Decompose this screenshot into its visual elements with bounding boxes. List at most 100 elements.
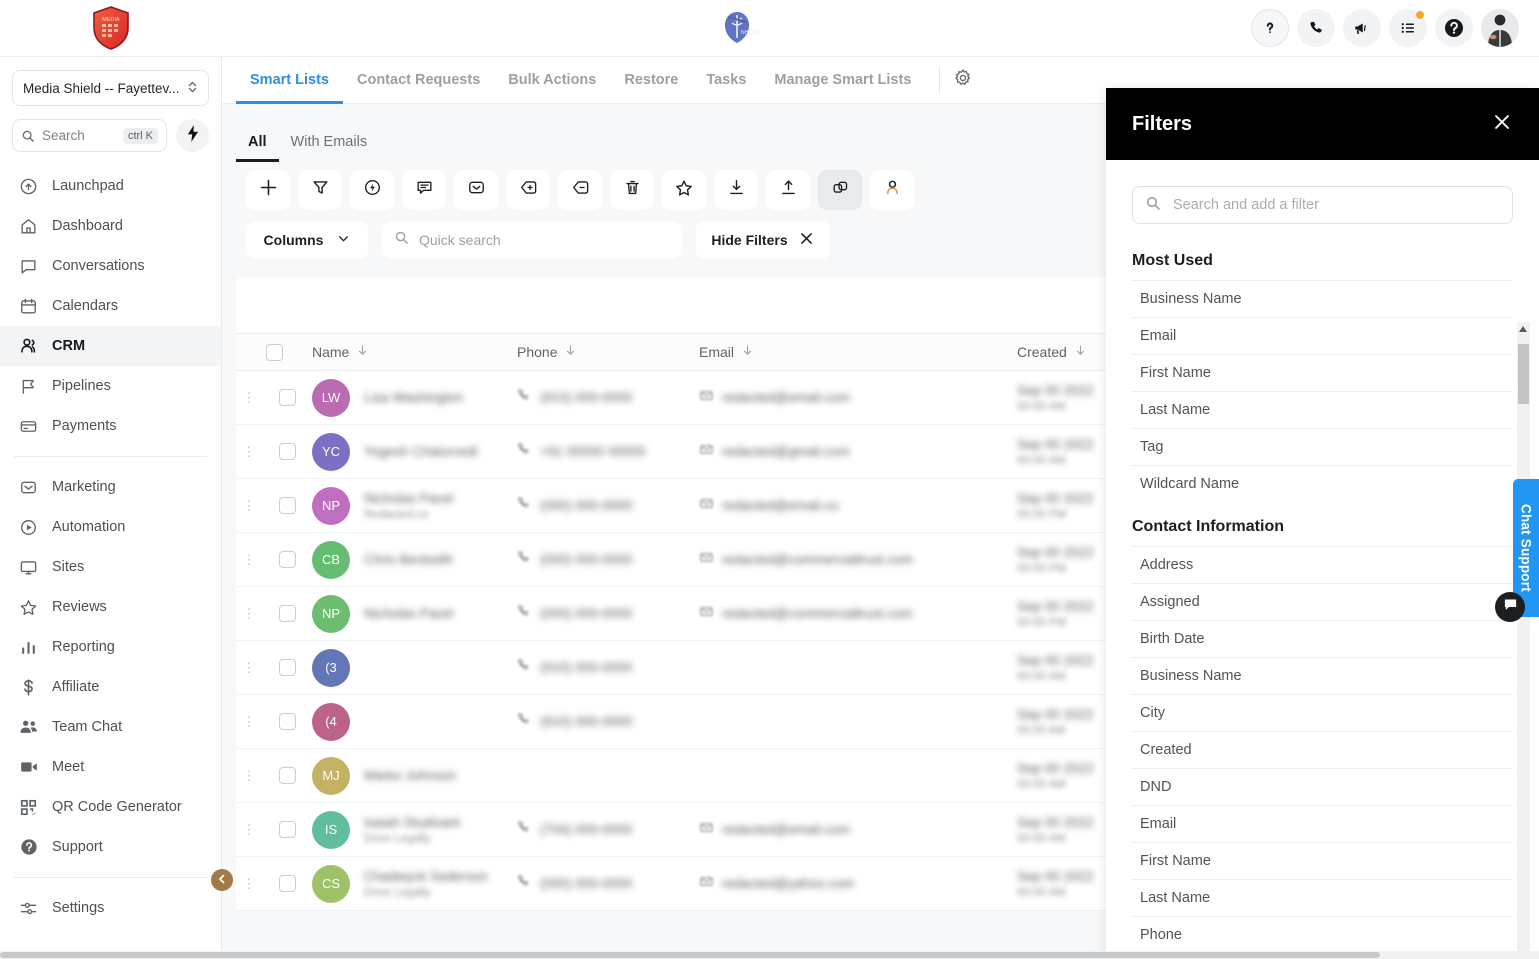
sidebar-item-reviews[interactable]: Reviews [0,587,221,627]
announcements-button[interactable] [1343,9,1381,47]
media-shield-logo[interactable]: MEDIA [92,6,130,50]
sidebar-item-meet[interactable]: Meet [0,747,221,787]
row-drag-handle[interactable]: ⋮ [236,612,262,616]
workspace-selector[interactable]: Media Shield -- Fayettev... [12,70,209,106]
sidebar-item-dashboard[interactable]: Dashboard [0,206,221,246]
subnav-item-tasks[interactable]: Tasks [692,57,760,104]
select-all-checkbox[interactable] [266,344,283,361]
sidebar-item-automation[interactable]: Automation [0,507,221,547]
sidebar-item-settings[interactable]: Settings [0,888,221,928]
row-checkbox[interactable] [279,875,296,892]
sidebar-item-qr-code-generator[interactable]: QR Code Generator [0,787,221,827]
chat-support-button[interactable] [1495,592,1525,622]
import-button[interactable] [714,170,758,210]
filter-option[interactable]: Phone [1132,916,1513,953]
tab-all[interactable]: All [236,134,279,162]
filter-funnel-button[interactable] [298,170,342,210]
support-help-button[interactable] [1435,9,1473,47]
quick-action-button[interactable] [176,119,209,152]
row-checkbox[interactable] [279,713,296,730]
filter-option[interactable]: Last Name [1132,391,1513,428]
email-button[interactable] [454,170,498,210]
sidebar-item-calendars[interactable]: Calendars [0,286,221,326]
horizontal-scrollbar[interactable] [0,951,1539,959]
sidebar-item-crm[interactable]: CRM [0,326,221,366]
quick-search-input[interactable]: Quick search [382,221,682,259]
filter-option[interactable]: First Name [1132,842,1513,879]
row-checkbox[interactable] [279,605,296,622]
filter-option[interactable]: Created [1132,731,1513,768]
row-checkbox[interactable] [279,389,296,406]
columns-button[interactable]: Columns [246,221,368,259]
scroll-up-arrow-icon[interactable] [1519,326,1527,332]
row-checkbox[interactable] [279,443,296,460]
filter-option[interactable]: Address [1132,546,1513,583]
assign-user-button[interactable] [870,170,914,210]
close-filters-button[interactable] [1491,111,1513,138]
filter-option[interactable]: Last Name [1132,879,1513,916]
sidebar-item-pipelines[interactable]: Pipelines [0,366,221,406]
delete-button[interactable] [610,170,654,210]
row-drag-handle[interactable]: ⋮ [236,666,262,670]
sidebar-item-launchpad[interactable]: Launchpad [0,166,221,206]
sidebar-item-reporting[interactable]: Reporting [0,627,221,667]
filter-search-input[interactable]: Search and add a filter [1132,186,1513,224]
filter-option[interactable]: Birth Date [1132,620,1513,657]
filter-option[interactable]: Assigned [1132,583,1513,620]
column-header-email[interactable]: Email [699,344,1017,360]
filter-option[interactable]: Business Name [1132,657,1513,694]
merge-duplicates-button[interactable] [818,170,862,210]
filter-option[interactable]: Email [1132,805,1513,842]
row-drag-handle[interactable]: ⋮ [236,774,262,778]
scrollbar-thumb[interactable] [1518,344,1529,404]
settings-gear-button[interactable] [948,65,978,95]
row-drag-handle[interactable]: ⋮ [236,720,262,724]
filter-option[interactable]: Tag [1132,428,1513,465]
filters-scrollbar[interactable] [1517,322,1530,959]
sidebar-item-marketing[interactable]: Marketing [0,467,221,507]
tab-with-emails[interactable]: With Emails [279,134,380,162]
help-question-button[interactable] [1251,9,1289,47]
remove-tag-button[interactable] [558,170,602,210]
sms-button[interactable] [402,170,446,210]
row-drag-handle[interactable]: ⋮ [236,396,262,400]
favorite-button[interactable] [662,170,706,210]
row-drag-handle[interactable]: ⋮ [236,450,262,454]
tasks-list-button[interactable] [1389,9,1427,47]
hide-filters-button[interactable]: Hide Filters [696,221,830,259]
column-header-phone[interactable]: Phone [517,344,699,360]
row-checkbox[interactable] [279,551,296,568]
filter-option[interactable]: Email [1132,317,1513,354]
row-drag-handle[interactable]: ⋮ [236,558,262,562]
export-button[interactable] [766,170,810,210]
filter-option[interactable]: First Name [1132,354,1513,391]
sidebar-item-payments[interactable]: Payments [0,406,221,446]
sidebar-item-team-chat[interactable]: Team Chat [0,707,221,747]
row-checkbox[interactable] [279,659,296,676]
subnav-item-manage-smart-lists[interactable]: Manage Smart Lists [760,57,925,104]
search-input[interactable]: Search ctrl K [12,119,167,152]
sidebar-item-conversations[interactable]: Conversations [0,246,221,286]
add-contact-button[interactable] [246,170,290,210]
subnav-item-restore[interactable]: Restore [610,57,692,104]
automation-button[interactable] [350,170,394,210]
subnav-item-smart-lists[interactable]: Smart Lists [236,57,343,104]
filter-option[interactable]: City [1132,694,1513,731]
subnav-item-contact-requests[interactable]: Contact Requests [343,57,494,104]
row-drag-handle[interactable]: ⋮ [236,882,262,886]
sidebar-item-support[interactable]: Support [0,827,221,867]
call-button[interactable] [1297,9,1335,47]
row-drag-handle[interactable]: ⋮ [236,504,262,508]
row-drag-handle[interactable]: ⋮ [236,828,262,832]
row-checkbox[interactable] [279,497,296,514]
sidebar-collapse-button[interactable] [211,869,233,891]
column-header-name[interactable]: Name [312,344,517,360]
sidebar-item-affiliate[interactable]: Affiliate [0,667,221,707]
filter-option[interactable]: Business Name [1132,280,1513,317]
add-tag-button[interactable] [506,170,550,210]
filter-option[interactable]: DND [1132,768,1513,805]
scrollbar-thumb[interactable] [0,952,1380,958]
row-checkbox[interactable] [279,821,296,838]
user-avatar[interactable] [1481,9,1519,47]
filter-option[interactable]: Wildcard Name [1132,465,1513,502]
